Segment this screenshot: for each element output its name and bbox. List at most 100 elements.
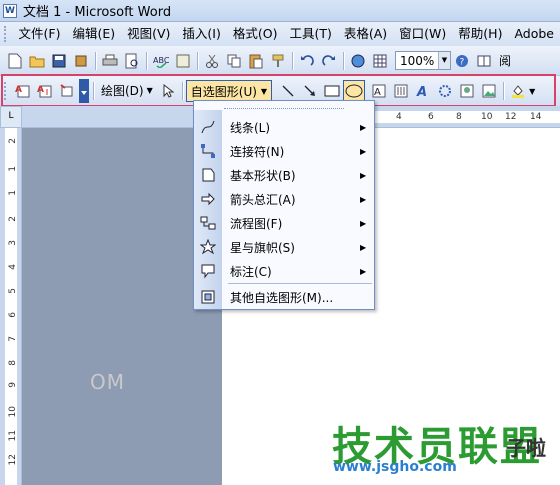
permission-icon[interactable] (71, 51, 91, 71)
lines-icon (194, 115, 222, 139)
menu-separator (228, 283, 372, 284)
table-icon[interactable] (370, 51, 390, 71)
menu-item-connectors[interactable]: 连接符(N) ▶ (194, 139, 374, 163)
cut-icon[interactable] (202, 51, 222, 71)
menu-table[interactable]: 表格(A) (338, 24, 393, 44)
menu-file[interactable]: 文件(F) (13, 24, 67, 44)
reading-label[interactable]: 阅 (499, 52, 511, 69)
print-icon[interactable] (100, 51, 120, 71)
autoshapes-dropdown-menu: 线条(L) ▶ 连接符(N) ▶ 基本形状(B) ▶ 箭头总汇(A) ▶ 流程图… (193, 100, 375, 310)
ruler-tick: 1 (8, 190, 18, 196)
diagram-icon[interactable] (435, 81, 455, 101)
menu-adobe[interactable]: Adobe (508, 24, 560, 44)
chevron-down-icon[interactable]: ▼ (529, 87, 535, 96)
ruler-tick: 8 (456, 112, 462, 122)
toolbar-options-icon[interactable] (79, 79, 89, 103)
menu-item-label: 箭头总汇(A) (230, 192, 296, 207)
autoshapes-menu-button[interactable]: 自选图形(U) ▼ (185, 80, 273, 102)
redo-icon[interactable] (319, 51, 339, 71)
help-icon[interactable]: ? (452, 51, 472, 71)
zoom-combobox[interactable]: 100% ▼ (395, 51, 451, 70)
svg-text:A: A (416, 85, 427, 98)
submenu-arrow-icon: ▶ (360, 242, 367, 252)
vertical-text-icon[interactable] (391, 81, 411, 101)
watermark-url: www.jsgho.com (333, 459, 457, 475)
document-margin-area (22, 128, 222, 485)
menu-drag-handle[interactable] (224, 101, 344, 109)
textbox-icon[interactable]: A (369, 81, 389, 101)
menu-item-more-autoshapes[interactable]: 其他自选图形(M)... (194, 285, 374, 309)
undo-icon[interactable] (297, 51, 317, 71)
menu-item-label: 基本形状(B) (230, 168, 296, 183)
print-preview-icon[interactable] (122, 51, 142, 71)
tab-selector[interactable]: L (0, 106, 22, 128)
word-icon: W (3, 3, 17, 18)
hyperlink-icon[interactable] (348, 51, 368, 71)
chevron-down-icon[interactable]: ▼ (438, 52, 450, 69)
menu-tools[interactable]: 工具(T) (283, 24, 337, 44)
stars-banners-icon (194, 235, 222, 259)
wordart-icon[interactable]: A (413, 81, 433, 101)
toolbar-separator (343, 51, 344, 70)
open-folder-icon[interactable] (27, 51, 47, 71)
menu-help[interactable]: 帮助(H) (452, 24, 508, 44)
fill-color-icon[interactable] (508, 81, 528, 101)
ruler-tick: 9 (8, 382, 18, 388)
insert-textbox-icon[interactable]: A (13, 81, 33, 101)
reading-layout-icon[interactable] (474, 51, 494, 71)
clip-art-icon[interactable] (457, 81, 477, 101)
frame-icon[interactable] (57, 81, 77, 101)
menu-edit[interactable]: 编辑(E) (66, 24, 121, 44)
connectors-icon (194, 139, 222, 163)
rectangle-icon[interactable] (322, 81, 342, 101)
line-icon[interactable] (278, 81, 298, 101)
toolbar-grip[interactable] (4, 26, 7, 42)
menu-view[interactable]: 视图(V) (121, 24, 176, 44)
menu-insert[interactable]: 插入(I) (176, 24, 226, 44)
menu-item-stars-banners[interactable]: 星与旗帜(S) ▶ (194, 235, 374, 259)
submenu-arrow-icon: ▶ (360, 194, 367, 204)
menu-item-label: 标注(C) (230, 264, 272, 279)
toolbar-separator (146, 51, 147, 70)
toolbar-grip[interactable] (4, 82, 8, 100)
ruler-tick: 8 (8, 360, 18, 366)
ruler-tick: 11 (8, 430, 18, 442)
menu-item-callouts[interactable]: 标注(C) ▶ (194, 259, 374, 283)
ruler-tick: 10 (481, 112, 493, 122)
arrow-icon[interactable] (300, 81, 320, 101)
toolbar-separator (503, 82, 505, 100)
new-document-icon[interactable] (5, 51, 25, 71)
picture-icon[interactable] (479, 81, 499, 101)
svg-text:A: A (15, 85, 22, 95)
ruler-tick: 2 (8, 216, 18, 222)
menu-item-flowchart[interactable]: 流程图(F) ▶ (194, 211, 374, 235)
ruler-tick: 4 (8, 264, 18, 270)
paste-icon[interactable] (246, 51, 266, 71)
svg-text:A: A (37, 85, 44, 95)
menu-format[interactable]: 格式(O) (227, 24, 284, 44)
format-painter-icon[interactable] (268, 51, 288, 71)
save-icon[interactable] (49, 51, 69, 71)
vertical-textbox-icon[interactable]: A (35, 81, 55, 101)
draw-menu-button[interactable]: 绘图(D) ▼ (97, 81, 157, 101)
select-objects-icon[interactable] (158, 81, 178, 101)
menu-item-lines[interactable]: 线条(L) ▶ (194, 115, 374, 139)
callouts-icon (194, 259, 222, 283)
vertical-ruler[interactable]: 2 1 1 2 3 4 5 6 7 8 9 10 11 12 (0, 128, 22, 485)
ruler-tick: 14 (530, 112, 542, 122)
submenu-arrow-icon: ▶ (360, 266, 367, 276)
research-icon[interactable] (173, 51, 193, 71)
oval-icon[interactable] (343, 80, 366, 102)
spelling-icon[interactable]: ABC (151, 51, 171, 71)
menu-item-block-arrows[interactable]: 箭头总汇(A) ▶ (194, 187, 374, 211)
menu-item-label: 其他自选图形(M)... (230, 290, 334, 305)
toolbar-separator (181, 82, 183, 100)
ruler-tick: 7 (8, 336, 18, 342)
ruler-tick: 5 (8, 288, 18, 294)
copy-icon[interactable] (224, 51, 244, 71)
menu-item-label: 星与旗帜(S) (230, 240, 295, 255)
ruler-tick: 4 (396, 112, 402, 122)
menu-item-basic-shapes[interactable]: 基本形状(B) ▶ (194, 163, 374, 187)
menu-window[interactable]: 窗口(W) (393, 24, 452, 44)
chevron-down-icon: ▼ (146, 86, 153, 95)
